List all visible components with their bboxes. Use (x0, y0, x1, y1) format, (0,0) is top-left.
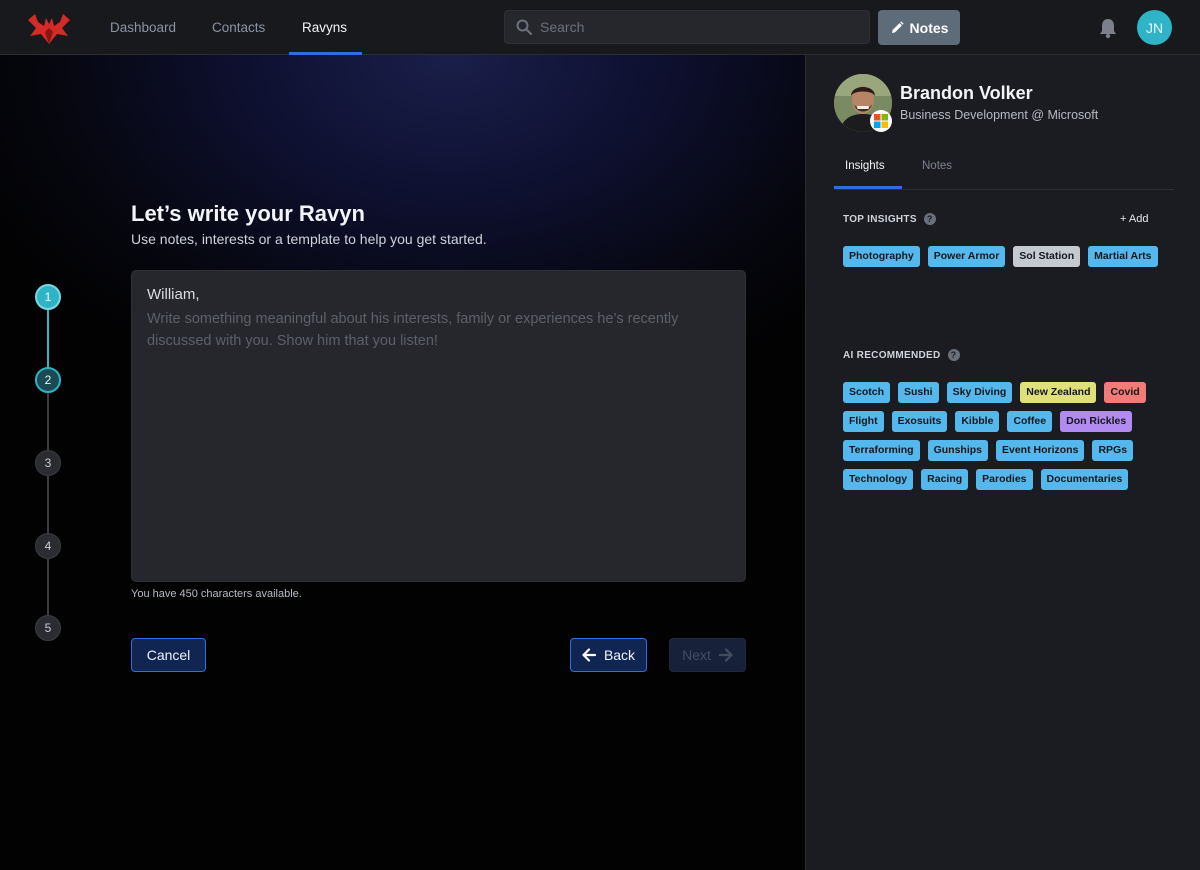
contact-role: Business Development @ Microsoft (900, 108, 1099, 122)
nav-contacts[interactable]: Contacts (212, 0, 265, 55)
cancel-button[interactable]: Cancel (131, 638, 206, 672)
ravyn-logo-icon[interactable] (26, 8, 72, 48)
interest-tag[interactable]: Scotch (843, 382, 891, 403)
interest-tag[interactable]: Covid (1104, 382, 1146, 403)
tab-notes[interactable]: Notes (922, 160, 952, 172)
next-button-label: Next (682, 647, 711, 663)
step-3[interactable]: 3 (35, 450, 61, 476)
nav-ravyns[interactable]: Ravyns (302, 0, 347, 55)
top-insights-heading: TOP INSIGHTS ? (843, 213, 936, 225)
notes-button[interactable]: Notes (878, 10, 960, 45)
interest-tag[interactable]: Flight (843, 411, 884, 432)
nav-dashboard[interactable]: Dashboard (110, 0, 176, 55)
interest-tag[interactable]: Gunships (927, 440, 988, 461)
page-title: Let’s write your Ravyn (131, 201, 365, 226)
message-editor: William, (131, 270, 746, 582)
interest-tag[interactable]: Photography (843, 246, 920, 267)
ai-recommended-heading: AI RECOMMENDED ? (843, 349, 960, 361)
arrow-left-icon (582, 648, 596, 662)
bell-icon[interactable] (1098, 17, 1118, 39)
tab-insights[interactable]: Insights (845, 160, 885, 172)
interest-tag[interactable]: Martial Arts (1088, 246, 1158, 267)
interest-tag[interactable]: Racing (921, 469, 969, 490)
interest-tag[interactable]: New Zealand (1020, 382, 1097, 403)
interest-tag[interactable]: RPGs (1092, 440, 1134, 461)
interest-tag[interactable]: Don Rickles (1060, 411, 1133, 432)
tab-divider (834, 189, 1174, 190)
step-5[interactable]: 5 (35, 615, 61, 641)
search-box (504, 10, 870, 44)
interest-tag[interactable]: Parodies (976, 469, 1033, 490)
top-insights-tags: Photography Power Armor Sol Station Martial… (843, 246, 1163, 267)
interest-tag[interactable]: Technology (843, 469, 914, 490)
top-nav: Dashboard Contacts Ravyns Notes JN (0, 0, 1200, 55)
interest-tag[interactable]: Sky Diving (946, 382, 1013, 403)
microsoft-logo-icon (870, 110, 892, 132)
add-insight-button[interactable]: + Add (1120, 213, 1148, 225)
stepper-track-line (47, 380, 49, 628)
contact-panel: Brandon Volker Business Development @ Mi… (805, 55, 1200, 870)
back-button-label: Back (603, 647, 636, 663)
editor-greeting: William, (147, 286, 200, 303)
next-button[interactable]: Next (669, 638, 746, 672)
step-4[interactable]: 4 (35, 533, 61, 559)
composer-area: 1 2 3 4 5 Let’s write your Ravyn Use not… (0, 55, 805, 870)
interest-tag[interactable]: Power Armor (927, 246, 1006, 267)
contact-name: Brandon Volker (900, 83, 1033, 103)
pencil-icon (891, 20, 904, 33)
user-avatar[interactable]: JN (1137, 10, 1172, 45)
search-input[interactable] (540, 11, 860, 43)
search-icon (516, 19, 532, 35)
ai-recommended-tags: Scotch Sushi Sky Diving New Zealand Covid Fli… (843, 382, 1163, 490)
message-textarea[interactable] (147, 308, 732, 558)
interest-tag[interactable]: Coffee (1007, 411, 1053, 432)
notes-button-label: Notes (909, 19, 949, 36)
back-button[interactable]: Back (570, 638, 647, 672)
page-subtitle: Use notes, interests or a template to he… (131, 231, 487, 247)
step-1[interactable]: 1 (35, 284, 61, 310)
arrow-right-icon (718, 648, 733, 662)
interest-tag[interactable]: Documentaries (1040, 469, 1129, 490)
interest-tag[interactable]: Sushi (898, 382, 939, 403)
help-icon[interactable]: ? (947, 349, 960, 361)
interest-tag[interactable]: Event Horizons (996, 440, 1085, 461)
interest-tag[interactable]: Sol Station (1013, 246, 1081, 267)
character-count: You have 450 characters available. (131, 588, 302, 600)
interest-tag[interactable]: Terraforming (843, 440, 920, 461)
help-icon[interactable]: ? (923, 213, 936, 225)
step-2[interactable]: 2 (35, 367, 61, 393)
top-insights-label: TOP INSIGHTS (843, 213, 917, 225)
interest-tag[interactable]: Exosuits (891, 411, 948, 432)
ai-recommended-label: AI RECOMMENDED (843, 349, 941, 361)
interest-tag[interactable]: Kibble (955, 411, 1000, 432)
